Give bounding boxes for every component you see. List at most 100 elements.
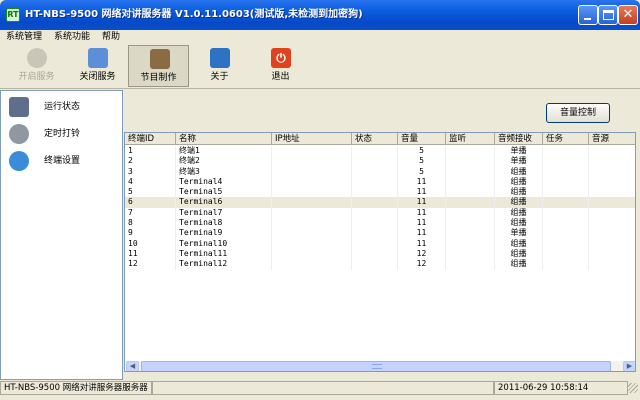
col-status-header[interactable]: 状态 <box>352 133 398 145</box>
table-cell <box>446 259 495 270</box>
table-cell <box>272 228 352 239</box>
globe-icon <box>9 151 29 171</box>
table-cell: 11 <box>125 248 176 260</box>
speaker-icon <box>9 124 29 144</box>
table-cell <box>543 207 589 219</box>
table-cell: Terminal4 <box>176 176 272 188</box>
table-cell <box>589 177 635 187</box>
close-button[interactable]: ✕ <box>618 5 638 25</box>
table-cell: 1 <box>125 146 176 157</box>
table-row[interactable]: 2 终端2 5 单播 <box>125 156 635 167</box>
table-cell <box>272 156 352 167</box>
menu-help[interactable]: 帮助 <box>102 31 120 43</box>
table-cell: 8 <box>125 218 176 229</box>
table-cell: 5 <box>398 156 446 167</box>
table-cell <box>446 228 495 239</box>
table-cell <box>589 259 635 269</box>
maximize-button[interactable] <box>598 5 618 25</box>
col-ip-header[interactable]: IP地址 <box>272 133 352 145</box>
col-volume-header[interactable]: 音量 <box>398 133 446 145</box>
program-edit-icon <box>150 49 170 69</box>
table-cell <box>589 228 635 238</box>
table-cell: 11 <box>398 207 446 219</box>
table-cell <box>272 238 352 249</box>
window-title: HT-NBS-9500 网络对讲服务器 V1.0.11.0603(测试版,未检测… <box>25 9 363 20</box>
about-button[interactable]: 关于 <box>189 45 250 87</box>
exit-label: 退出 <box>271 72 290 82</box>
table-cell <box>272 166 352 177</box>
table-cell <box>543 228 589 239</box>
exit-button[interactable]: ⏻ 退出 <box>250 45 311 87</box>
table-cell <box>272 248 352 260</box>
table-cell: 组播 <box>495 166 543 177</box>
col-source-header[interactable]: 音源 <box>589 133 635 145</box>
table-row[interactable]: 10 Terminal10 11 组播 <box>125 238 635 249</box>
table-cell: 7 <box>125 207 176 219</box>
table-cell: 组播 <box>495 197 543 208</box>
table-cell: 3 <box>125 166 176 177</box>
table-row[interactable]: 1 终端1 5 单播 <box>125 146 635 157</box>
table-row[interactable]: 8 Terminal8 11 组播 <box>125 218 635 229</box>
menu-system-management[interactable]: 系统管理 <box>6 31 42 43</box>
table-row[interactable]: 5 Terminal5 11 组播 <box>125 187 635 198</box>
table-cell <box>446 156 495 167</box>
col-terminal-id-header[interactable]: 终端ID <box>125 133 176 145</box>
table-cell: Terminal12 <box>176 259 272 270</box>
table-cell <box>543 218 589 229</box>
table-cell: 11 <box>398 187 446 198</box>
power-icon: ⏻ <box>271 48 291 68</box>
table-cell: Terminal6 <box>176 197 272 208</box>
main-panel: 音量控制 终端ID 名称 IP地址 状态 音量 监听 音频接收 任务 音源 1 终端1 5 单播 2 终端… <box>124 90 640 380</box>
scroll-thumb[interactable] <box>141 361 611 371</box>
table-row[interactable]: 6 Terminal6 11 组播 <box>125 197 635 208</box>
table-cell: 组播 <box>495 207 543 219</box>
stop-service-button[interactable]: 关闭服务 <box>67 45 128 87</box>
table-cell: 组播 <box>495 176 543 188</box>
run-status-icon <box>9 97 29 117</box>
table-cell: 组播 <box>495 187 543 198</box>
table-row[interactable]: 9 Terminal9 11 单播 <box>125 228 635 239</box>
table-cell <box>446 176 495 188</box>
table-header: 终端ID 名称 IP地址 状态 音量 监听 音频接收 任务 音源 <box>125 133 635 145</box>
menu-system-functions[interactable]: 系统功能 <box>54 31 90 43</box>
table-cell <box>352 187 398 198</box>
table-row[interactable]: 11 Terminal11 12 组播 <box>125 248 635 260</box>
table-row[interactable]: 12 Terminal12 12 组播 <box>125 259 635 270</box>
table-cell: 2 <box>125 156 176 167</box>
col-name-header[interactable]: 名称 <box>176 133 272 145</box>
minimize-button[interactable] <box>578 5 598 25</box>
resize-grip-icon[interactable] <box>628 383 638 393</box>
scroll-left-icon[interactable]: ◀ <box>126 361 139 371</box>
table-cell <box>272 259 352 270</box>
table-cell: 9 <box>125 228 176 239</box>
gear-icon <box>27 48 47 68</box>
col-audio-receive-header[interactable]: 音频接收 <box>495 133 543 145</box>
sidebar-item-run-status[interactable]: 运行状态 <box>1 95 122 119</box>
table-row[interactable]: 7 Terminal7 11 组播 <box>125 207 635 219</box>
volume-control-button[interactable]: 音量控制 <box>546 103 610 123</box>
table-cell <box>446 207 495 219</box>
table-cell: 单播 <box>495 146 543 157</box>
col-task-header[interactable]: 任务 <box>543 133 589 145</box>
table-cell: 单播 <box>495 156 543 167</box>
start-service-label: 开启服务 <box>18 72 55 82</box>
table-cell <box>589 187 635 197</box>
table-cell: 组播 <box>495 218 543 229</box>
table-cell <box>543 197 589 208</box>
horizontal-scrollbar[interactable]: ◀ ▶ <box>126 361 635 371</box>
start-service-button[interactable]: 开启服务 <box>6 45 67 87</box>
table-cell <box>272 176 352 188</box>
table-cell: 11 <box>398 238 446 249</box>
table-row[interactable]: 3 终端3 5 组播 <box>125 166 635 177</box>
sidebar-item-terminal-settings[interactable]: 终端设置 <box>1 149 122 173</box>
about-label: 关于 <box>210 72 229 82</box>
col-monitor-header[interactable]: 监听 <box>446 133 495 145</box>
table-cell <box>272 187 352 198</box>
table-row[interactable]: 4 Terminal4 11 组播 <box>125 176 635 188</box>
status-empty-pane <box>152 381 494 395</box>
sidebar-item-timed-bell[interactable]: 定时打铃 <box>1 122 122 146</box>
scroll-right-icon[interactable]: ▶ <box>623 361 635 371</box>
network-stop-icon <box>88 48 108 68</box>
program-edit-button[interactable]: 节目制作 <box>128 45 189 87</box>
table-cell: 组播 <box>495 259 543 270</box>
